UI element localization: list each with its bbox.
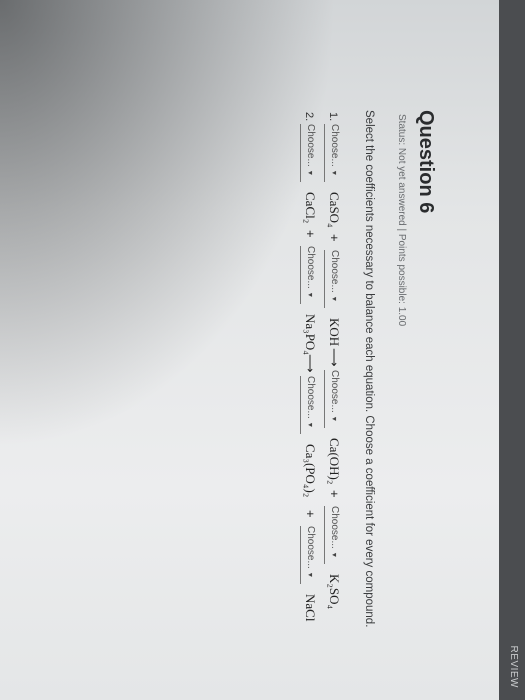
question-instructions: Select the coefficients necessary to bal… <box>363 110 375 628</box>
plus-sign: + <box>303 230 318 238</box>
screen: REVIEW Question 6 Status: Not yet answer… <box>0 0 525 700</box>
dropdown-arrow-icon: ▾ <box>306 422 315 427</box>
dropdown-arrow-icon: ▾ <box>330 170 339 175</box>
compound: K₂SO₄ <box>327 574 342 610</box>
top-bar: REVIEW <box>499 0 525 700</box>
question-title: Question 6 <box>415 110 437 214</box>
compound: CaSO₄ <box>327 192 342 228</box>
compound: CaCl₂ <box>303 192 318 224</box>
coefficient-select[interactable]: Choose... ▾ <box>324 250 343 308</box>
plus-sign: + <box>327 234 342 242</box>
dropdown-arrow-icon: ▾ <box>306 292 315 297</box>
coefficient-select[interactable]: Choose... ▾ <box>300 246 319 304</box>
question-status: Status: Not yet answered | Points possib… <box>396 114 407 327</box>
select-placeholder: Choose... <box>329 370 340 413</box>
plus-sign: + <box>303 510 318 518</box>
select-placeholder: Choose... <box>305 246 316 289</box>
dropdown-arrow-icon: ▾ <box>330 552 339 557</box>
select-placeholder: Choose... <box>329 506 340 549</box>
reaction-arrow: ⟶ <box>327 348 342 367</box>
compound: Ca(OH)₂ <box>327 438 342 485</box>
plus-sign: + <box>327 490 342 498</box>
coefficient-select[interactable]: Choose... ▾ <box>300 526 319 584</box>
question-panel: Question 6 Status: Not yet answered | Po… <box>97 110 437 670</box>
dropdown-arrow-icon: ▾ <box>330 296 339 301</box>
dropdown-arrow-icon: ▾ <box>330 416 339 421</box>
coefficient-select[interactable]: Choose... ▾ <box>324 124 343 182</box>
select-placeholder: Choose... <box>305 376 316 419</box>
select-placeholder: Choose... <box>305 124 316 167</box>
select-placeholder: Choose... <box>305 526 316 569</box>
select-placeholder: Choose... <box>329 250 340 293</box>
dropdown-arrow-icon: ▾ <box>306 170 315 175</box>
select-placeholder: Choose... <box>329 124 340 167</box>
reaction-arrow: ⟶ <box>303 354 318 373</box>
equation-1: 1. Choose... ▾ CaSO₄ + Choose... ▾ KOH ⟶ C… <box>319 110 343 670</box>
compound: NaCl <box>303 594 318 622</box>
coefficient-select[interactable]: Choose... ▾ <box>324 370 343 428</box>
compound: KOH <box>327 318 342 347</box>
coefficient-select[interactable]: Choose... ▾ <box>300 124 319 182</box>
equation-number: 2. <box>303 112 315 122</box>
coefficient-select[interactable]: Choose... ▾ <box>324 506 343 564</box>
coefficient-select[interactable]: Choose... ▾ <box>300 376 319 434</box>
dropdown-arrow-icon: ▾ <box>306 572 315 577</box>
photo-frame: REVIEW Question 6 Status: Not yet answer… <box>0 0 525 700</box>
compound: Ca₃(PO₄)₂ <box>303 444 318 498</box>
equation-2: 2. Choose...▾ CaCl₂ + Choose...▾ Na₃PO₄ … <box>295 110 319 670</box>
compound: Na₃PO₄ <box>303 314 318 355</box>
equation-number: 1. <box>327 112 339 122</box>
review-tab[interactable]: REVIEW <box>508 646 519 688</box>
